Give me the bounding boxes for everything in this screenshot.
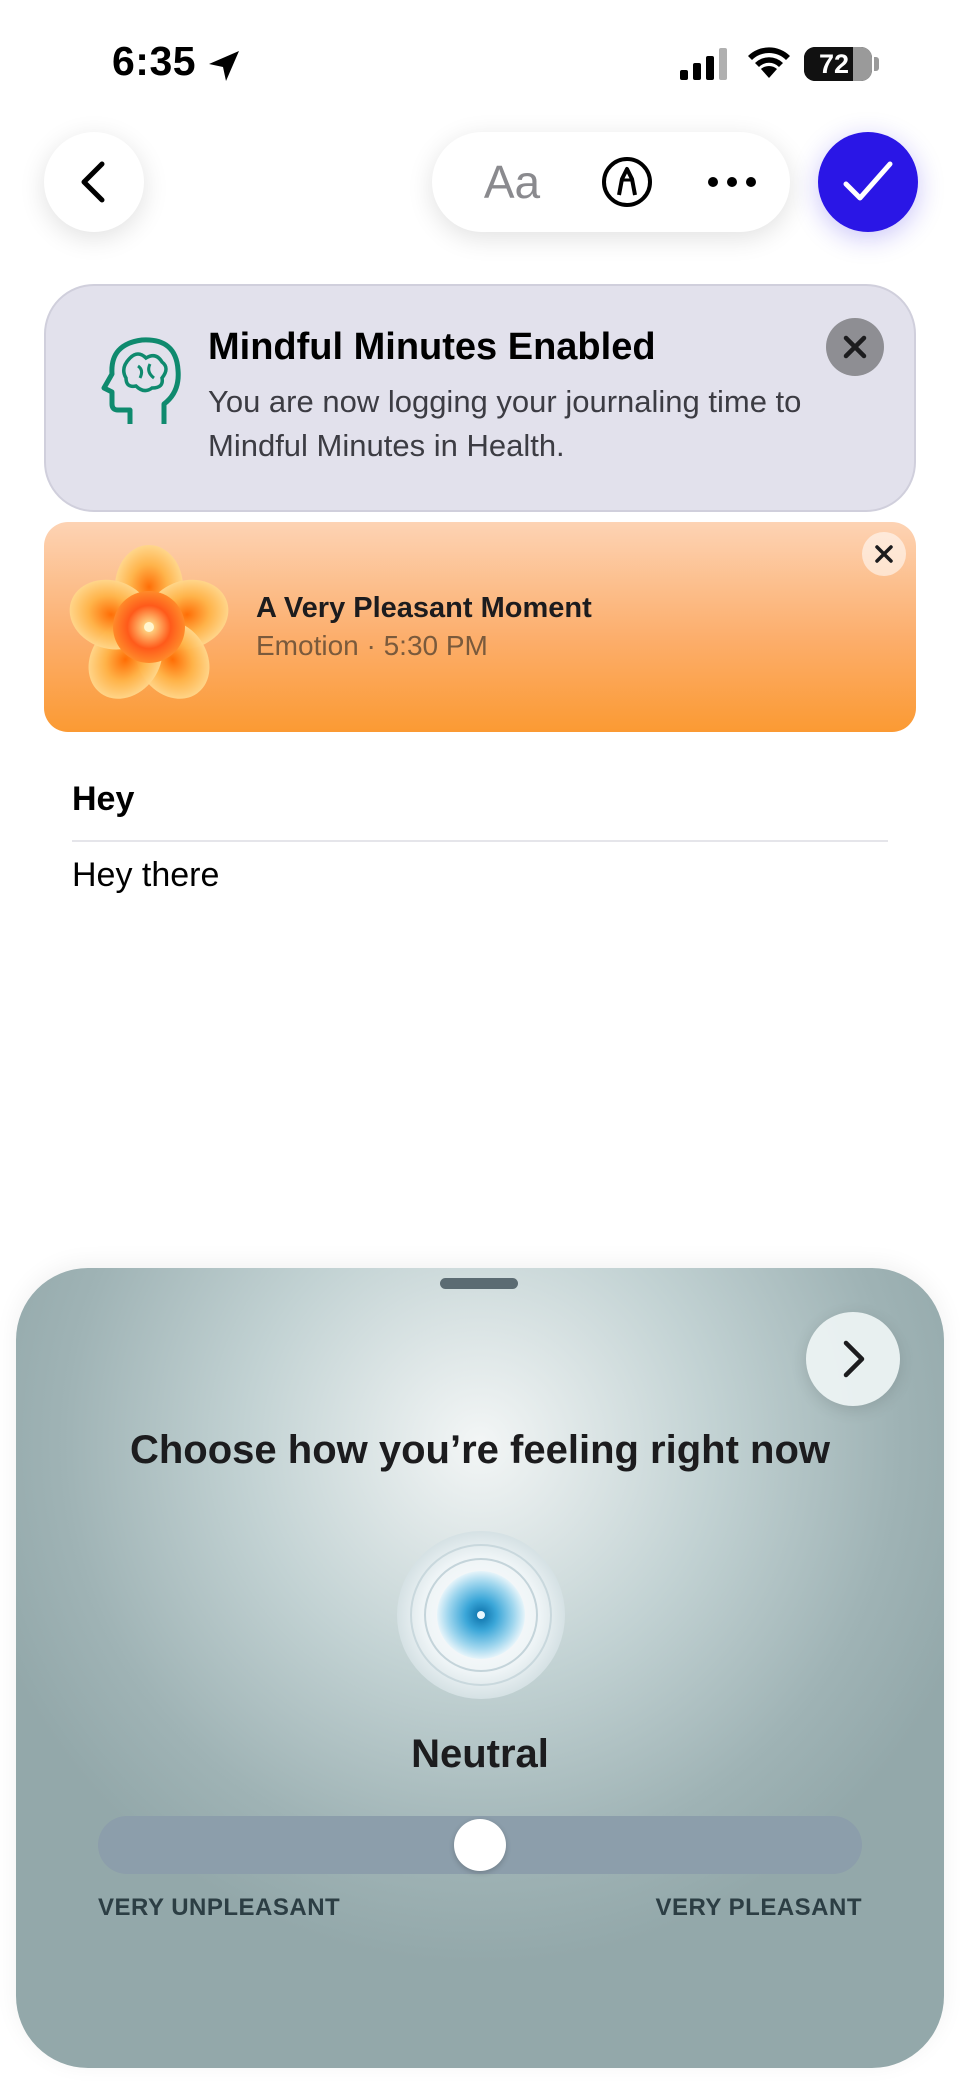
mood-prompt: Choose how you’re feeling right now (129, 1428, 831, 1472)
banner-title: Mindful Minutes Enabled (208, 326, 656, 368)
emotion-close-button[interactable] (862, 532, 906, 576)
editor-toolbar: Aa (432, 132, 790, 232)
format-text-button[interactable]: Aa (462, 132, 562, 232)
battery-percent: 72 (818, 49, 850, 79)
mindful-minutes-banner: Mindful Minutes Enabled You are now logg… (44, 284, 916, 512)
checkmark-icon (843, 161, 893, 201)
emotion-card[interactable]: A Very Pleasant Moment Emotion · 5:30 PM (44, 522, 916, 732)
banner-body: You are now logging your journaling time… (208, 384, 802, 463)
battery-icon: 72 (804, 47, 872, 81)
entry-title[interactable]: Hey (72, 780, 134, 819)
emotion-title: A Very Pleasant Moment (256, 592, 592, 624)
slider-min-label: VERY UNPLEASANT (98, 1894, 341, 1921)
entry-body[interactable]: Hey there (72, 856, 219, 895)
signal-bars-icon (680, 48, 727, 80)
more-button[interactable] (692, 132, 772, 232)
flower-icon (69, 545, 229, 699)
entry-divider (72, 840, 888, 842)
back-button[interactable] (44, 132, 144, 232)
chevron-left-icon (81, 161, 105, 203)
close-icon (843, 335, 867, 359)
pen-circle-icon (602, 157, 652, 207)
journal-entry-screen: 6:35 72 Aa Mindful Minutes Enabled You a… (0, 0, 960, 2081)
banner-close-button[interactable] (826, 318, 884, 376)
neutral-orb-icon (397, 1531, 565, 1699)
slider-thumb[interactable] (454, 1819, 506, 1871)
brain-head-icon (101, 337, 181, 424)
chevron-right-icon (843, 1340, 865, 1378)
status-time: 6:35 (112, 38, 197, 84)
location-arrow-icon (209, 51, 239, 81)
ellipsis-icon (708, 177, 756, 187)
mood-picker-sheet: Choose how you’re feeling right now Neut… (16, 1268, 944, 2068)
battery-nub (874, 57, 879, 71)
markup-button[interactable] (587, 132, 667, 232)
done-button[interactable] (818, 132, 918, 232)
slider-max-label: VERY PLEASANT (655, 1894, 862, 1921)
mood-slider[interactable] (98, 1816, 862, 1874)
emotion-subtitle: Emotion · 5:30 PM (256, 630, 488, 661)
next-button[interactable] (806, 1312, 900, 1406)
sheet-grabber[interactable] (440, 1278, 518, 1289)
mood-label: Neutral (411, 1732, 549, 1776)
close-icon (875, 545, 893, 563)
wifi-icon (748, 47, 790, 78)
